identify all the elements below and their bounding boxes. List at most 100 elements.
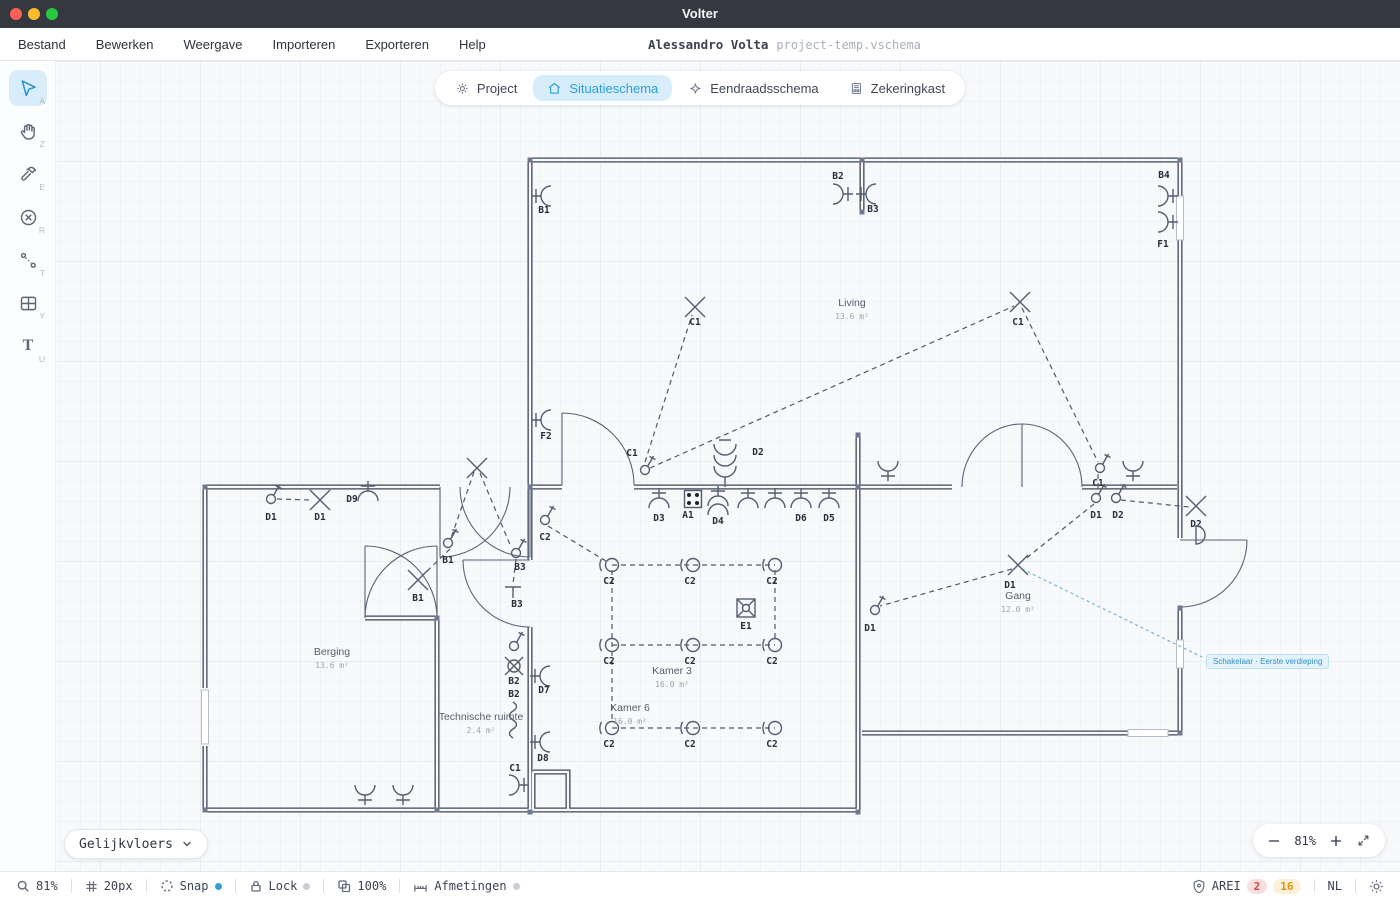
menu-items: Bestand Bewerken Weergave Importeren Exp… [0,37,486,52]
window-title: Volter [0,0,1400,28]
arei-warning-badge: 16 [1273,879,1300,894]
plus-icon [1329,834,1343,848]
statusbar-snap-label: Snap [180,879,209,893]
tab-label: Project [477,81,517,96]
zoom-in-button[interactable] [1329,834,1343,848]
language-label: NL [1328,879,1342,893]
statusbar-gridsize-value: 20px [104,879,133,893]
statusbar: 81% 20px Snap Lock 100% Afmetingen [0,871,1400,900]
statusbar-left: 81% 20px Snap Lock 100% Afmetingen [0,879,520,893]
menu-bewerken[interactable]: Bewerken [96,37,154,52]
divider [323,879,324,893]
tool-shortcut: T [40,268,45,278]
wire-icon [18,250,39,271]
tool-wire[interactable]: T [9,242,47,278]
hammer-icon [18,164,39,185]
statusbar-dimensions-toggle[interactable]: Afmetingen [413,879,519,893]
divider [146,879,147,893]
tool-lamp[interactable]: R [9,199,47,235]
shield-icon [1192,879,1206,893]
arei-label: AREI [1212,879,1241,893]
hand-icon [18,121,39,142]
ruler-icon [413,879,428,893]
divider [71,879,72,893]
lamp-circle-x-icon [18,207,39,228]
lock-icon [249,879,263,893]
scale-icon [337,879,351,893]
chevron-down-icon [181,838,193,850]
tab-project[interactable]: Project [441,75,531,101]
statusbar-scale[interactable]: 100% [337,879,386,893]
tool-shortcut: A [39,96,45,106]
zoom-level: 81% [1294,834,1316,848]
statusbar-lock-label: Lock [269,879,298,893]
statusbar-lock-toggle[interactable]: Lock [249,879,311,893]
tool-pan[interactable]: Z [9,113,47,149]
statusbar-snap-toggle[interactable]: Snap [160,879,222,893]
menu-bestand[interactable]: Bestand [18,37,66,52]
minus-icon [1267,834,1281,848]
zoom-out-button[interactable] [1267,834,1281,848]
floor-selector[interactable]: Gelijkvloers [64,829,208,859]
sparkle-icon [688,81,703,96]
grid-size-icon [85,880,98,893]
divider [1355,879,1356,893]
fusebox-icon [849,81,864,96]
project-author: Alessandro Volta [648,37,768,52]
snap-status-dot [215,883,222,890]
arei-status[interactable]: AREI 2 16 [1192,879,1301,894]
arei-error-badge: 2 [1247,879,1268,894]
tool-shortcut: U [39,354,45,364]
window-titlebar: Volter [0,0,1400,28]
file-info: Alessandro Volta project-temp.vschema [648,28,921,61]
floor-selector-label: Gelijkvloers [79,837,173,852]
schematic-canvas[interactable] [0,61,1400,871]
statusbar-zoom[interactable]: 81% [16,879,58,893]
tool-palette: A Z E R T Y T U [9,70,49,364]
statusbar-zoom-value: 81% [36,879,58,893]
statusbar-gridsize[interactable]: 20px [85,879,133,893]
tool-shortcut: E [39,182,45,192]
divider [1314,879,1315,893]
dimensions-status-dot [513,883,520,890]
tab-situatieschema[interactable]: Situatieschema [533,75,672,101]
sun-icon [1369,879,1384,894]
magnifier-icon [16,879,30,893]
tool-shortcut: Y [39,311,45,321]
tab-label: Eendraadsschema [710,81,818,96]
statusbar-right: AREI 2 16 NL [1192,879,1400,894]
project-filename: project-temp.vschema [776,38,921,52]
menu-weergave[interactable]: Weergave [184,37,243,52]
tool-grid[interactable]: Y [9,285,47,321]
lock-status-dot [303,883,310,890]
fit-view-button[interactable] [1356,833,1371,848]
cursor-icon [18,78,39,99]
tool-text[interactable]: T U [9,328,47,364]
menu-importeren[interactable]: Importeren [273,37,336,52]
view-switcher: Project Situatieschema Eendraadsschema Z… [435,71,965,105]
expand-icon [1356,833,1371,848]
divider [235,879,236,893]
tool-select[interactable]: A [9,70,47,106]
snap-icon [160,879,174,893]
tab-eendraadsschema[interactable]: Eendraadsschema [674,75,832,101]
language-selector[interactable]: NL [1328,879,1342,893]
home-icon [547,81,562,96]
statusbar-scale-value: 100% [357,879,386,893]
tool-construct[interactable]: E [9,156,47,192]
text-tool-icon: T [23,337,34,355]
tab-zekeringkast[interactable]: Zekeringkast [835,75,959,101]
gear-icon [455,81,470,96]
tab-label: Situatieschema [569,81,658,96]
zoom-controls: 81% [1253,824,1385,857]
theme-toggle[interactable] [1369,879,1384,894]
annotation-label: Schakelaar · Eerste verdieping [1206,654,1329,669]
statusbar-dimensions-label: Afmetingen [434,879,506,893]
menu-help[interactable]: Help [459,37,486,52]
menu-exporteren[interactable]: Exporteren [365,37,429,52]
divider [399,879,400,893]
menubar: Bestand Bewerken Weergave Importeren Exp… [0,28,1400,61]
tool-shortcut: Z [40,139,45,149]
tool-shortcut: R [39,225,45,235]
grid-icon [18,293,39,314]
